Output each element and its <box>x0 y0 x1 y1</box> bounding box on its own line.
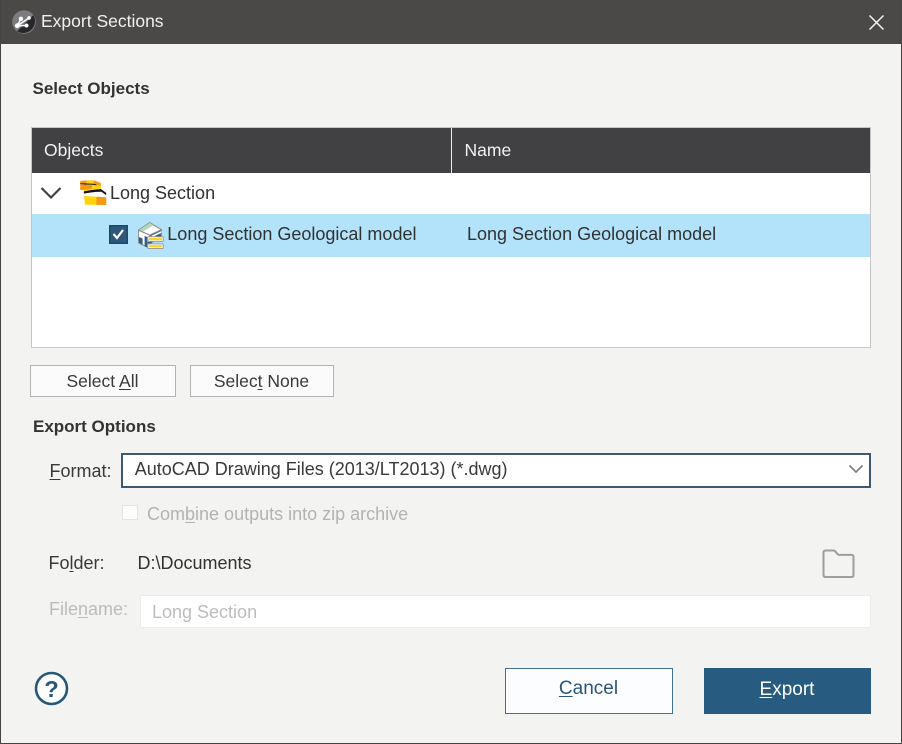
svg-text:?: ? <box>44 676 58 702</box>
